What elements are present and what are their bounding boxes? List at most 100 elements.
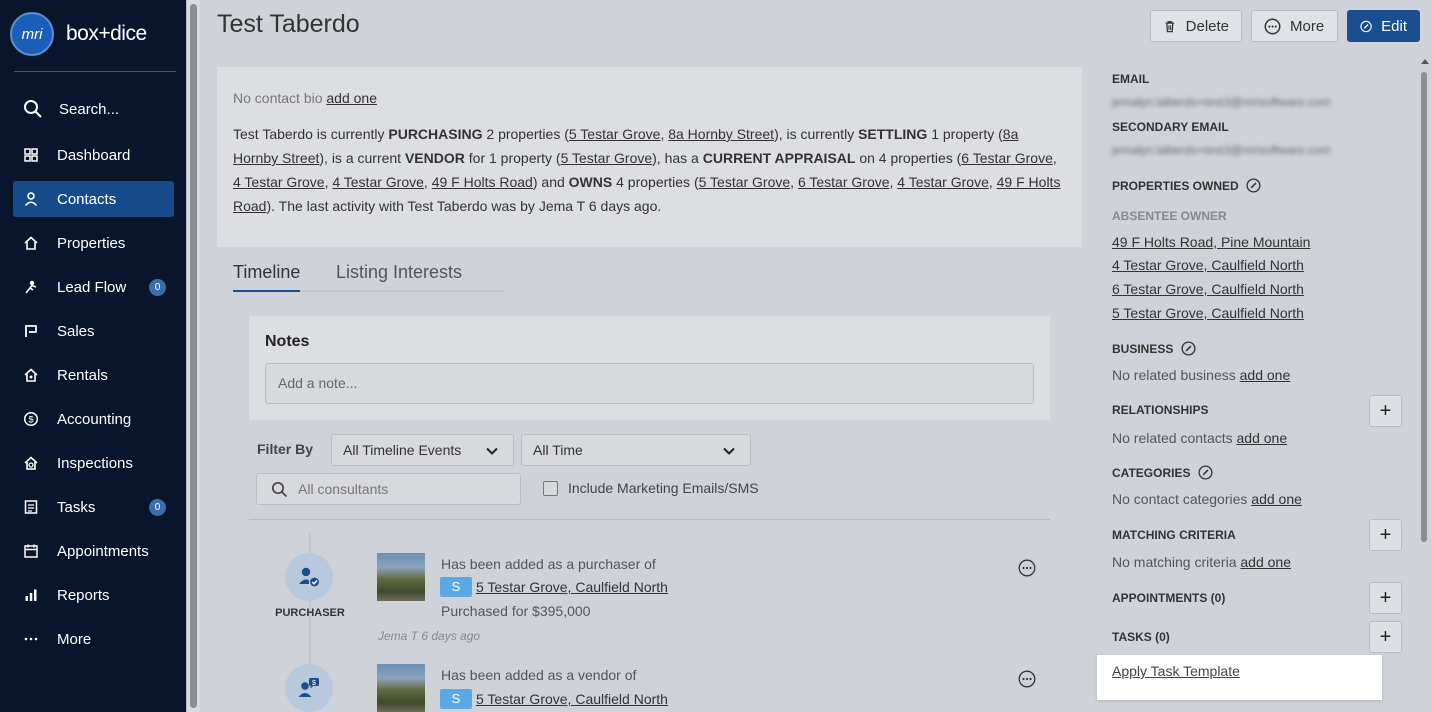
categories-text: CATEGORIES: [1112, 466, 1191, 480]
sidebar-scrollbar-thumb[interactable]: [190, 4, 197, 708]
secondary-email-value[interactable]: jemalyn.taberdo+test3@mrisoftware.com: [1112, 143, 1331, 157]
sidebar-scrollbar[interactable]: [186, 0, 200, 712]
properties-owned-text: PROPERTIES OWNED: [1112, 179, 1239, 193]
sidebar-item-accounting[interactable]: $ Accounting: [13, 401, 174, 437]
secondary-email-label: SECONDARY EMAIL: [1112, 120, 1229, 134]
sidebar-item-label: Inspections: [57, 454, 133, 472]
summary-text: ). The last activity with Test Taberdo w…: [266, 198, 662, 214]
timeline-property-link[interactable]: 5 Testar Grove, Caulfield North: [476, 691, 668, 707]
more-button[interactable]: More: [1251, 10, 1338, 42]
property-link[interactable]: 5 Testar Grove: [699, 174, 791, 190]
property-thumbnail[interactable]: [377, 553, 425, 601]
sidebar-item-lead-flow[interactable]: Lead Flow 0: [13, 269, 174, 305]
mri-logo-badge: mri: [10, 12, 54, 56]
property-link[interactable]: 4 Testar Grove: [897, 174, 989, 190]
summary-text: 2 properties (: [482, 126, 569, 142]
add-business-link[interactable]: add one: [1240, 367, 1291, 383]
consultants-search-input[interactable]: All consultants: [256, 473, 521, 505]
relationships-label: RELATIONSHIPS: [1112, 403, 1209, 417]
property-link[interactable]: 5 Testar Grove: [569, 126, 661, 142]
sidebar-item-more[interactable]: More: [13, 621, 174, 657]
absentee-owner-label: ABSENTEE OWNER: [1112, 209, 1227, 223]
property-link[interactable]: 4 Testar Grove: [233, 174, 325, 190]
edit-icon[interactable]: [1198, 465, 1213, 480]
summary-text: Test Taberdo is currently: [233, 126, 389, 142]
sidebar-item-appointments[interactable]: Appointments: [13, 533, 174, 569]
sidebar-item-rentals[interactable]: Rentals: [13, 357, 174, 393]
business-empty-text: No related business: [1112, 367, 1236, 383]
sidebar-item-search[interactable]: Search...: [13, 89, 174, 129]
edit-icon[interactable]: [1246, 178, 1261, 193]
edit-button-label: Edit: [1381, 17, 1407, 35]
owned-property-link[interactable]: 5 Testar Grove, Caulfield North: [1112, 305, 1304, 321]
app-logo[interactable]: mri box+dice: [10, 12, 147, 56]
delete-button[interactable]: Delete: [1150, 10, 1242, 42]
time-range-select[interactable]: All Time: [521, 434, 751, 466]
edit-icon[interactable]: [1181, 341, 1196, 356]
properties-owned-label: PROPERTIES OWNED: [1112, 178, 1261, 193]
property-link[interactable]: 8a Hornby Street: [668, 126, 774, 142]
summary-text: ), has a: [652, 150, 703, 166]
scroll-up-arrow[interactable]: [1421, 59, 1429, 64]
consultants-placeholder: All consultants: [298, 481, 389, 497]
include-marketing-label[interactable]: Include Marketing Emails/SMS: [568, 480, 759, 496]
tasks-count-badge: 0: [149, 499, 166, 516]
owned-property-link[interactable]: 6 Testar Grove, Caulfield North: [1112, 281, 1304, 297]
matching-empty-text: No matching criteria: [1112, 554, 1237, 570]
bar-chart-icon: [23, 587, 39, 603]
vendor-role-icon: $: [285, 664, 333, 712]
sidebar-item-inspections[interactable]: Inspections: [13, 445, 174, 481]
timeline-events-select[interactable]: All Timeline Events: [331, 434, 514, 466]
add-bio-link[interactable]: add one: [326, 90, 377, 106]
sidebar-item-reports[interactable]: Reports: [13, 577, 174, 613]
apply-task-template-link[interactable]: Apply Task Template: [1112, 663, 1240, 679]
right-panel-scrollbar-thumb[interactable]: [1421, 72, 1427, 542]
property-link[interactable]: 6 Testar Grove: [961, 150, 1053, 166]
property-link[interactable]: 4 Testar Grove: [332, 174, 424, 190]
sidebar-item-label: Dashboard: [57, 146, 131, 164]
sidebar-item-sales[interactable]: Sales: [13, 313, 174, 349]
add-relationship-link[interactable]: add one: [1237, 430, 1288, 446]
matching-criteria-label: MATCHING CRITERIA: [1112, 528, 1236, 542]
sidebar-item-properties[interactable]: Properties: [13, 225, 174, 261]
note-input[interactable]: Add a note...: [265, 363, 1034, 404]
timeline-event-text: Has been added as a purchaser of: [441, 556, 656, 572]
include-marketing-checkbox[interactable]: [543, 481, 558, 496]
sidebar-item-contacts[interactable]: Contacts: [13, 181, 174, 217]
home-icon: [23, 235, 39, 251]
sidebar-nav: Search... Dashboard Contacts Properties …: [0, 89, 186, 665]
logo-divider: [14, 71, 176, 72]
add-category-link[interactable]: add one: [1251, 491, 1302, 507]
categories-label: CATEGORIES: [1112, 465, 1213, 480]
tab-timeline[interactable]: Timeline: [233, 262, 301, 292]
owned-property-link[interactable]: 49 F Holts Road, Pine Mountain: [1112, 234, 1310, 250]
summary-text: ,: [988, 174, 997, 190]
sidebar-item-dashboard[interactable]: Dashboard: [13, 137, 174, 173]
summary-text: ), is a current: [319, 150, 405, 166]
timeline-property-link[interactable]: 5 Testar Grove, Caulfield North: [476, 579, 668, 595]
summary-status: OWNS: [568, 174, 613, 190]
property-thumbnail[interactable]: [377, 664, 425, 712]
add-matching-criteria-button[interactable]: +: [1369, 519, 1402, 551]
tab-listing-interests[interactable]: Listing Interests: [336, 262, 462, 289]
owned-property-link[interactable]: 4 Testar Grove, Caulfield North: [1112, 257, 1304, 273]
contact-bio-panel: No contact bio add one Test Taberdo is c…: [217, 67, 1082, 247]
summary-status: PURCHASING: [388, 126, 483, 142]
summary-text: ,: [423, 174, 432, 190]
add-matching-criteria-link[interactable]: add one: [1240, 554, 1291, 570]
add-appointment-button[interactable]: +: [1369, 582, 1402, 614]
event-options-icon[interactable]: [1018, 559, 1036, 577]
sidebar-item-label: Properties: [57, 234, 126, 252]
inspect-icon: [23, 455, 39, 471]
right-panel-scrollbar[interactable]: [1418, 56, 1432, 712]
email-value[interactable]: jemalyn.taberdo+test3@mrisoftware.com: [1112, 95, 1331, 109]
property-link[interactable]: 5 Testar Grove: [561, 150, 653, 166]
add-task-button[interactable]: +: [1369, 621, 1402, 653]
categories-empty: No contact categories add one: [1112, 491, 1302, 507]
event-options-icon[interactable]: [1018, 670, 1036, 688]
add-relationship-button[interactable]: +: [1369, 395, 1402, 427]
edit-button[interactable]: Edit: [1347, 10, 1420, 42]
property-link[interactable]: 49 F Holts Road: [432, 174, 533, 190]
sidebar-item-tasks[interactable]: Tasks 0: [13, 489, 174, 525]
property-link[interactable]: 6 Testar Grove: [798, 174, 890, 190]
